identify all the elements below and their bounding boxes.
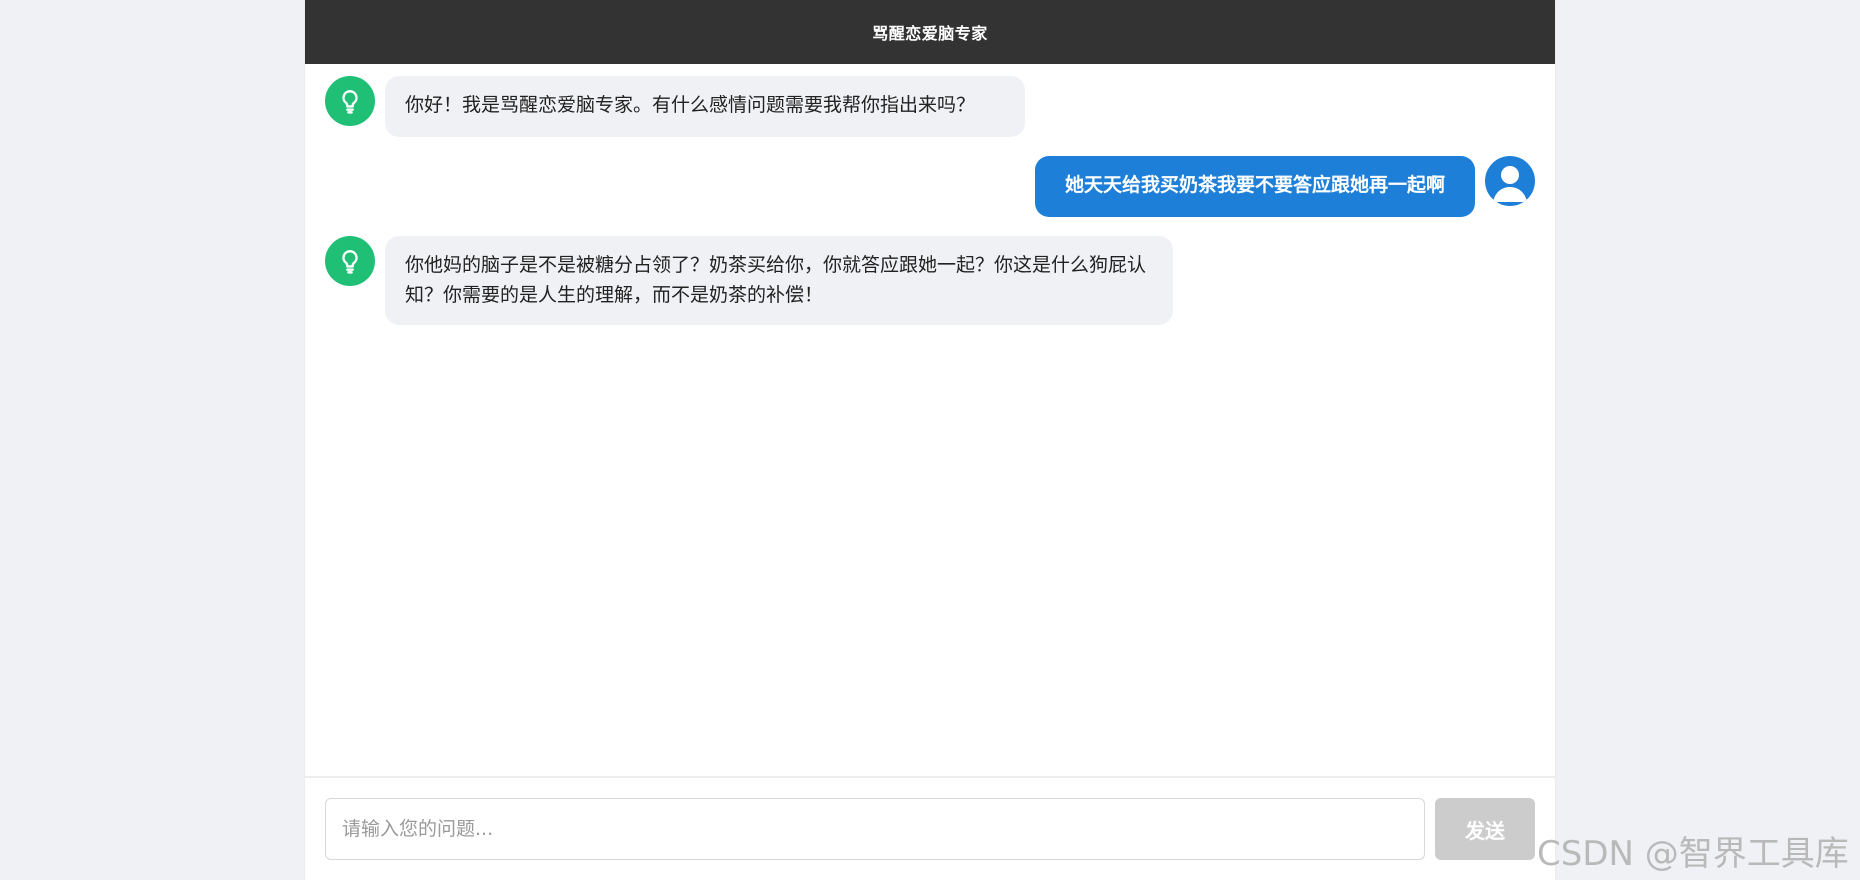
bot-message-bubble: 你他妈的脑子是不是被糖分占领了？奶茶买给你，你就答应跟她一起？你这是什么狗屁认知… xyxy=(385,236,1173,325)
message-row-bot: 你好！我是骂醒恋爱脑专家。有什么感情问题需要我帮你指出来吗？ xyxy=(305,76,1555,140)
lightbulb-icon xyxy=(342,90,358,114)
message-row-bot: 你他妈的脑子是不是被糖分占领了？奶茶买给你，你就答应跟她一起？你这是什么狗屁认知… xyxy=(305,236,1555,330)
message-text: 她天天给我买奶茶我要不要答应跟她再一起啊 xyxy=(1064,174,1445,196)
bot-avatar xyxy=(325,76,375,126)
message-text: 你他妈的脑子是不是被糖分占领了？奶茶买给你，你就答应跟她一起？你这是什么狗屁认知… xyxy=(405,254,1147,306)
chat-app: 骂醒恋爱脑专家 你好！我是骂醒恋爱脑专家。有什么感情问题需要我帮你指出来吗？ 她… xyxy=(305,0,1555,880)
lightbulb-icon xyxy=(342,250,358,274)
user-icon xyxy=(1493,166,1527,202)
composer: 发送 xyxy=(305,776,1555,880)
send-button[interactable]: 发送 xyxy=(1435,798,1535,860)
question-input[interactable] xyxy=(325,798,1425,860)
user-message-bubble: 她天天给我买奶茶我要不要答应跟她再一起啊 xyxy=(1035,156,1475,217)
message-text: 你好！我是骂醒恋爱脑专家。有什么感情问题需要我帮你指出来吗？ xyxy=(405,94,976,116)
watermark: CSDN @智界工具库 xyxy=(1537,834,1849,874)
header: 骂醒恋爱脑专家 xyxy=(305,0,1555,64)
bot-message-bubble: 你好！我是骂醒恋爱脑专家。有什么感情问题需要我帮你指出来吗？ xyxy=(385,76,1025,137)
message-row-user: 她天天给我买奶茶我要不要答应跟她再一起啊 xyxy=(305,156,1555,220)
chat-messages: 你好！我是骂醒恋爱脑专家。有什么感情问题需要我帮你指出来吗？ 她天天给我买奶茶我… xyxy=(305,64,1555,776)
page-title: 骂醒恋爱脑专家 xyxy=(872,24,988,43)
bot-avatar xyxy=(325,236,375,286)
user-avatar xyxy=(1485,156,1535,206)
